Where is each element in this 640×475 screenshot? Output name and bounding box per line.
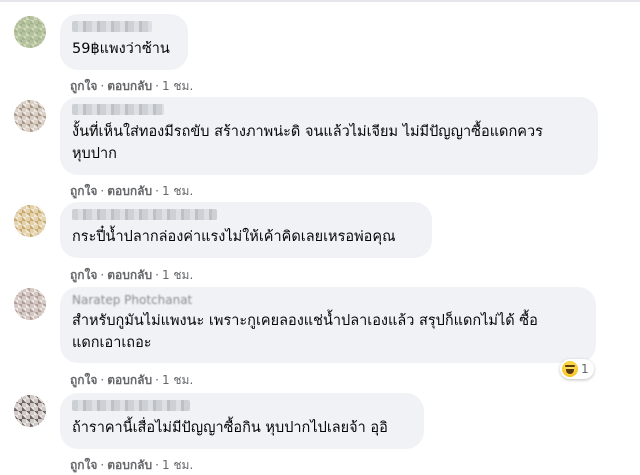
comment-text: 59฿แพงว่าซ้าน [72,41,170,57]
haha-reaction-icon [562,361,578,377]
reaction-count: 1 [581,362,589,376]
separator: · [155,184,159,198]
author-name-blurred[interactable] [72,209,217,220]
comment-bubble: Naratep Photchanat สำหรับกูมันไม่แพงนะ เ… [60,287,596,363]
avatar[interactable] [14,395,46,427]
author-name-blurred[interactable] [72,104,164,115]
timestamp[interactable]: 1 ชม. [162,79,193,93]
author-name-blurred[interactable] [72,400,190,411]
avatar[interactable] [14,100,46,132]
separator: · [155,79,159,93]
avatar[interactable] [14,205,46,237]
avatar[interactable] [14,288,46,320]
comment-actions: ถูกใจ · ตอบกลับ · 1 ชม. [70,266,193,285]
like-button[interactable]: ถูกใจ [70,184,97,198]
like-button[interactable]: ถูกใจ [70,458,97,472]
comment-text: กระปี๋น้ำปลากล่องค่าแรงไม่ให้เค้าคิดเลยเ… [72,229,396,245]
comment-text: ถ้าราคานี้เสื่อไม่มีปัญญาซื้อกิน หุบปากไ… [72,420,388,436]
timestamp[interactable]: 1 ชม. [162,373,193,387]
separator: · [155,373,159,387]
author-name-blurred[interactable] [72,21,152,32]
separator: · [155,458,159,472]
comment-actions: ถูกใจ · ตอบกลับ · 1 ชม. [70,77,193,96]
timestamp[interactable]: 1 ชม. [162,184,193,198]
comment-text: สำหรับกูมันไม่แพงนะ เพราะกูเคยลองแช่น้ำป… [72,313,538,351]
separator: · [100,268,105,282]
separator: · [100,184,105,198]
like-button[interactable]: ถูกใจ [70,79,97,93]
timestamp[interactable]: 1 ชม. [162,458,193,472]
comment-bubble: 59฿แพงว่าซ้าน [60,14,188,70]
like-button[interactable]: ถูกใจ [70,268,97,282]
comment-actions: ถูกใจ · ตอบกลับ · 1 ชม. [70,182,193,201]
author-name[interactable]: Naratep Photchanat [72,294,584,306]
reply-button[interactable]: ตอบกลับ [107,184,152,198]
comment-bubble: งั้นที่เห็นใส่ทองมีรถขับ สร้างภาพน่ะดิ จ… [60,97,598,175]
avatar[interactable] [14,16,46,48]
top-divider [0,0,640,2]
separator: · [100,373,105,387]
separator: · [155,268,159,282]
separator: · [100,458,105,472]
comment-actions: ถูกใจ · ตอบกลับ · 1 ชม. [70,456,193,475]
like-button[interactable]: ถูกใจ [70,373,97,387]
comment-actions: ถูกใจ · ตอบกลับ · 1 ชม. [70,371,193,390]
reply-button[interactable]: ตอบกลับ [107,373,152,387]
separator: · [100,79,105,93]
comment-text: งั้นที่เห็นใส่ทองมีรถขับ สร้างภาพน่ะดิ จ… [72,124,543,162]
comment-bubble: กระปี๋น้ำปลากล่องค่าแรงไม่ให้เค้าคิดเลยเ… [60,202,432,258]
reply-button[interactable]: ตอบกลับ [107,268,152,282]
timestamp[interactable]: 1 ชม. [162,268,193,282]
reply-button[interactable]: ตอบกลับ [107,458,152,472]
comment-bubble: ถ้าราคานี้เสื่อไม่มีปัญญาซื้อกิน หุบปากไ… [60,393,424,449]
reply-button[interactable]: ตอบกลับ [107,79,152,93]
reaction-summary[interactable]: 1 [560,359,594,379]
